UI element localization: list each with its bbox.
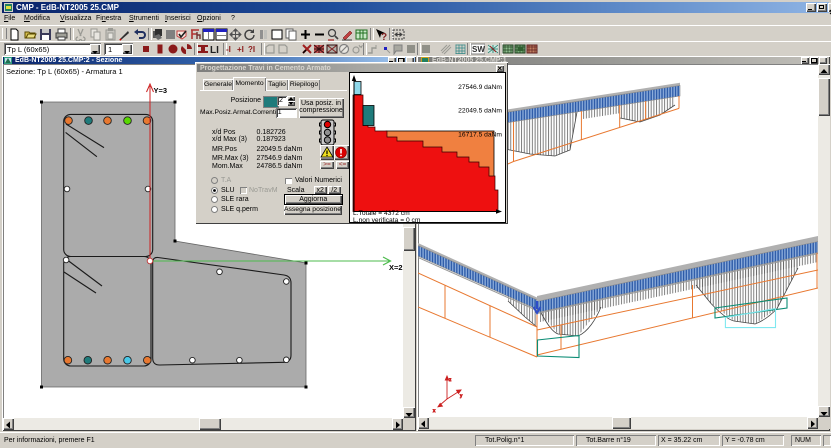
svg-text:y: y — [460, 393, 463, 398]
svg-text:SW: SW — [472, 45, 485, 54]
svg-text:L.non verificata = 0 cm: L.non verificata = 0 cm — [353, 217, 421, 224]
svg-text:L.Totale = 4372 cm: L.Totale = 4372 cm — [353, 210, 410, 217]
svg-text:z: z — [449, 377, 452, 382]
svg-text:27546.9 daNm: 27546.9 daNm — [458, 84, 502, 91]
svg-text:22049.5 daNm: 22049.5 daNm — [458, 108, 502, 115]
svg-text:X=2: X=2 — [389, 263, 403, 272]
svg-text:Sezione: Tp L (60x65) - Armatu: Sezione: Tp L (60x65) - Armatura 1 — [6, 67, 123, 76]
svg-text:x: x — [433, 408, 436, 413]
svg-text:Y=3: Y=3 — [154, 86, 168, 95]
svg-text:+I: +I — [237, 45, 244, 54]
svg-text:LI: LI — [210, 45, 219, 55]
svg-text:?: ? — [381, 32, 387, 41]
svg-text:16717.5 daNm: 16717.5 daNm — [458, 132, 502, 139]
svg-text:?I: ?I — [248, 45, 255, 54]
svg-text:-I: -I — [226, 45, 231, 54]
